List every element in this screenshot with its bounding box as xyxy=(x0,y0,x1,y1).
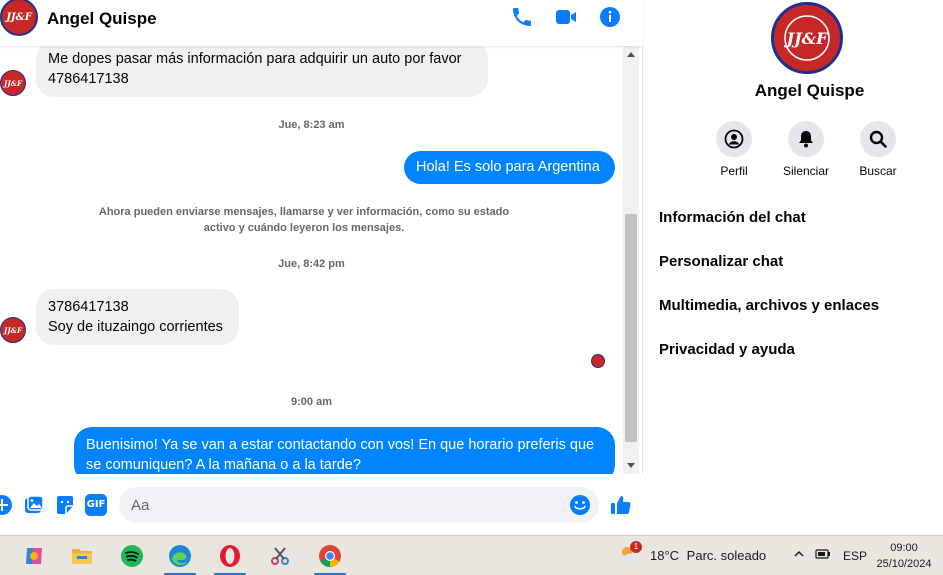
message-scrollbar[interactable] xyxy=(623,46,639,474)
message-line: Hola! Es solo para Argentina xyxy=(416,159,600,175)
windows-taskbar: 1 18°C Parc. soleado ESP 09:00 25/10/202… xyxy=(0,535,943,575)
timestamp-divider: Jue, 8:42 pm xyxy=(278,258,345,270)
battery-network-icon[interactable] xyxy=(815,548,831,560)
input-language[interactable]: ESP xyxy=(843,549,867,563)
section-chat-info[interactable]: Información del chat xyxy=(659,209,806,226)
weather-condition: Parc. soleado xyxy=(686,548,767,563)
plus-icon[interactable] xyxy=(0,494,13,516)
message-line: 3786417138 xyxy=(48,299,129,315)
emoji-icon[interactable] xyxy=(569,494,591,516)
section-customize-chat[interactable]: Personalizar chat xyxy=(659,253,783,270)
message-line: Buenisimo! Ya se van a estar contactando… xyxy=(86,437,595,453)
chat-pane: JJ&F Angel Quispe JJ&F Me dopes pasar má… xyxy=(0,0,643,535)
message-bubble-incoming[interactable]: 3786417138 Soy de ituzaingo corrientes xyxy=(36,289,239,345)
timestamp-divider: Jue, 8:23 am xyxy=(278,119,345,131)
message-list: JJ&F Me dopes pasar más información para… xyxy=(0,46,623,474)
bell-icon xyxy=(799,131,813,148)
chat-info-panel: JJ&F Angel Quispe Perfil Silenciar Busca… xyxy=(643,0,943,535)
chat-header: JJ&F Angel Quispe xyxy=(0,0,643,46)
contact-name[interactable]: Angel Quispe xyxy=(47,9,157,29)
logo-text: JJ&F xyxy=(786,28,828,48)
message-line: se comuniquen? A la mañana o a la tarde? xyxy=(86,457,361,473)
message-avatar[interactable]: JJ&F xyxy=(0,70,26,96)
copilot-icon[interactable] xyxy=(14,536,54,575)
image-icon[interactable] xyxy=(23,494,45,516)
profile-icon xyxy=(724,129,744,149)
spotify-icon[interactable] xyxy=(112,536,152,575)
scroll-up-arrow-icon[interactable] xyxy=(627,52,635,57)
seen-indicator-avatar xyxy=(591,354,605,368)
edge-icon[interactable] xyxy=(160,536,200,575)
message-input-container xyxy=(119,487,599,523)
search-icon xyxy=(869,130,887,148)
search-action[interactable]: Buscar xyxy=(843,121,913,178)
snipping-tool-icon[interactable] xyxy=(260,536,300,575)
message-composer: GIF xyxy=(0,474,643,535)
thumbs-up-icon[interactable] xyxy=(609,493,633,517)
panel-contact-name: Angel Quispe xyxy=(754,81,865,100)
video-camera-icon[interactable] xyxy=(554,5,578,29)
opera-icon[interactable] xyxy=(210,536,250,575)
sticker-icon[interactable] xyxy=(54,494,76,516)
contact-avatar[interactable]: JJ&F xyxy=(0,0,38,36)
message-line: Soy de ituzaingo corrientes xyxy=(48,319,223,335)
section-media-files-links[interactable]: Multimedia, archivos y enlaces xyxy=(659,297,879,314)
timestamp-divider: 9:00 am xyxy=(291,396,332,408)
clock-time: 09:00 xyxy=(890,542,918,554)
mute-action[interactable]: Silenciar xyxy=(771,121,841,178)
message-input[interactable] xyxy=(131,487,561,523)
file-explorer-icon[interactable] xyxy=(62,536,102,575)
section-privacy-help[interactable]: Privacidad y ayuda xyxy=(659,341,795,358)
profile-logo[interactable]: JJ&F xyxy=(771,2,843,74)
message-avatar[interactable]: JJ&F xyxy=(0,317,26,343)
phone-icon[interactable] xyxy=(510,5,534,29)
message-bubble-incoming[interactable]: Me dopes pasar más información para adqu… xyxy=(36,46,488,97)
scrollbar-thumb[interactable] xyxy=(625,214,637,442)
system-message: Ahora pueden enviarse mensajes, llamarse… xyxy=(98,206,510,234)
logo-text: JJ&F xyxy=(6,11,32,23)
message-line: 4786417138 xyxy=(48,71,129,87)
chevron-up-icon[interactable] xyxy=(793,548,805,560)
profile-action-label: Perfil xyxy=(720,164,748,178)
message-line: Me dopes pasar más información para adqu… xyxy=(48,51,462,67)
info-icon[interactable] xyxy=(598,5,622,29)
scroll-down-arrow-icon[interactable] xyxy=(627,463,635,468)
profile-action[interactable]: Perfil xyxy=(699,121,769,178)
gif-icon[interactable]: GIF xyxy=(85,494,107,516)
search-action-label: Buscar xyxy=(859,164,897,178)
weather-temp: 18°C xyxy=(650,548,680,563)
mute-action-label: Silenciar xyxy=(782,164,830,178)
clock-date: 25/10/2024 xyxy=(876,558,932,570)
system-clock[interactable]: 09:00 25/10/2024 xyxy=(870,540,938,572)
message-bubble-outgoing[interactable]: Buenisimo! Ya se van a estar contactando… xyxy=(74,427,615,474)
message-bubble-outgoing[interactable]: Hola! Es solo para Argentina xyxy=(404,151,615,184)
chrome-icon[interactable] xyxy=(310,536,350,575)
notification-badge: 1 xyxy=(630,541,642,553)
